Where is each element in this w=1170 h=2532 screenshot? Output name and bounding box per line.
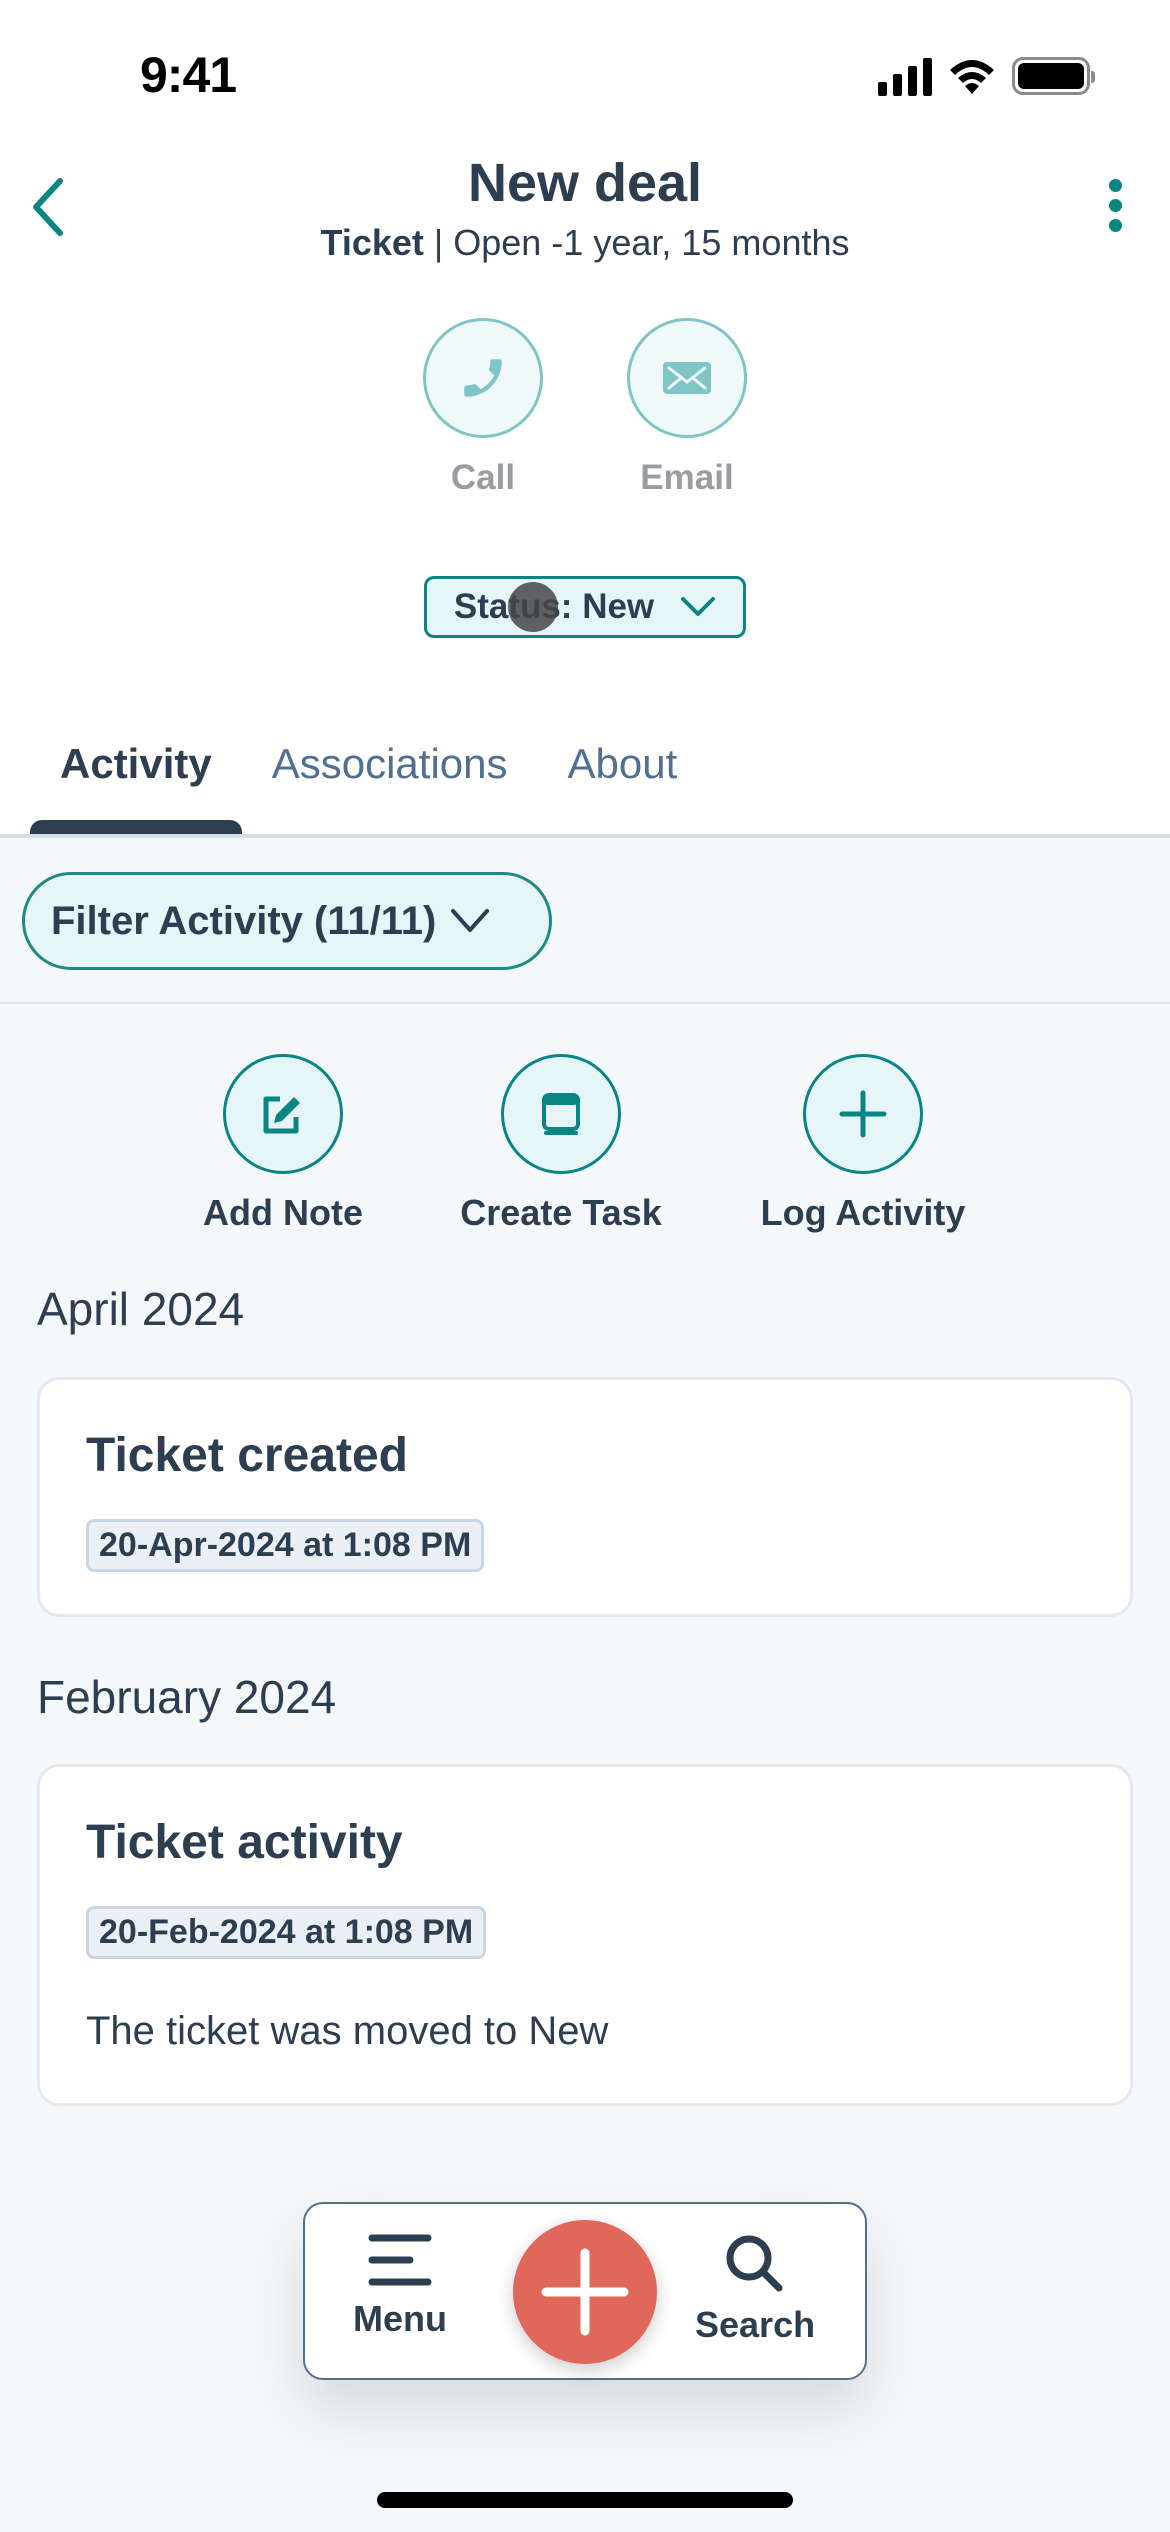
dot-icon (1108, 218, 1122, 232)
search-icon (726, 2235, 783, 2292)
activity-card[interactable]: Ticket created 20-Apr-2024 at 1:08 PM (37, 1377, 1133, 1617)
phone-icon (464, 359, 502, 397)
call-label: Call (450, 458, 516, 497)
menu-button[interactable]: Menu (353, 2232, 447, 2340)
record-status-age: | Open -1 year, 15 months (423, 222, 850, 263)
page-subtitle: Ticket | Open -1 year, 15 months (0, 222, 1170, 264)
task-icon (542, 1093, 580, 1135)
plus-icon (839, 1090, 887, 1138)
filter-activity-dropdown[interactable]: Filter Activity (11/11) (22, 872, 552, 970)
chevron-down-icon (681, 597, 716, 616)
search-button[interactable]: Search (695, 2232, 815, 2346)
month-header: February 2024 (37, 1671, 337, 1723)
cellular-signal-icon (878, 56, 932, 96)
filter-activity-label: Filter Activity (11/11) (51, 898, 437, 943)
email-circle (627, 318, 747, 438)
home-indicator[interactable] (377, 2492, 793, 2508)
edit-note-icon (263, 1096, 300, 1134)
email-button[interactable]: Email (627, 318, 747, 498)
add-note-label: Add Note (203, 1192, 363, 1233)
chevron-down-icon (451, 909, 490, 932)
touch-indicator (508, 582, 558, 632)
activity-title: Ticket activity (86, 1816, 403, 1869)
tab-activity[interactable]: Activity (30, 720, 242, 836)
activity-body: The ticket was moved to New (86, 2009, 609, 2053)
activity-card[interactable]: Ticket activity 20-Feb-2024 at 1:08 PM T… (37, 1764, 1133, 2106)
status-dropdown[interactable]: Status: New (424, 576, 746, 638)
plus-icon (541, 2248, 629, 2336)
status-bar: 9:41 (0, 0, 1170, 150)
add-note-button[interactable]: Add Note (153, 1054, 413, 1234)
record-type: Ticket (320, 222, 424, 263)
create-task-label: Create Task (460, 1192, 662, 1233)
page-title: New deal (467, 153, 703, 213)
month-header: April 2024 (37, 1283, 245, 1335)
activity-date: 20-Feb-2024 at 1:08 PM (86, 1906, 487, 1959)
create-task-circle (501, 1054, 621, 1174)
tab-bar: Activity Associations About (30, 720, 707, 836)
menu-label: Menu (353, 2298, 447, 2339)
log-activity-label: Log Activity (760, 1192, 966, 1233)
battery-icon (1012, 57, 1095, 95)
hamburger-menu-icon (368, 2234, 432, 2286)
dot-icon (1108, 198, 1122, 212)
status-icons (878, 56, 1095, 96)
more-options-button[interactable] (1090, 175, 1140, 235)
create-task-button[interactable]: Create Task (431, 1054, 691, 1234)
tab-about[interactable]: About (538, 720, 708, 836)
log-activity-circle (803, 1054, 923, 1174)
tab-associations[interactable]: Associations (242, 720, 538, 836)
activity-date: 20-Apr-2024 at 1:08 PM (86, 1519, 485, 1572)
call-button[interactable]: Call (423, 318, 543, 498)
envelope-icon (663, 362, 711, 394)
activity-title: Ticket created (86, 1429, 408, 1482)
email-label: Email (640, 458, 734, 497)
wifi-icon (950, 60, 994, 94)
filter-row: Filter Activity (11/11) (0, 838, 1170, 1004)
log-activity-button[interactable]: Log Activity (733, 1054, 993, 1234)
dot-icon (1108, 178, 1122, 192)
quick-actions: Call Email (0, 318, 1170, 498)
create-fab-button[interactable] (513, 2220, 657, 2364)
call-circle (423, 318, 543, 438)
status-time: 9:41 (140, 47, 237, 103)
add-note-circle (223, 1054, 343, 1174)
search-label: Search (695, 2304, 816, 2345)
